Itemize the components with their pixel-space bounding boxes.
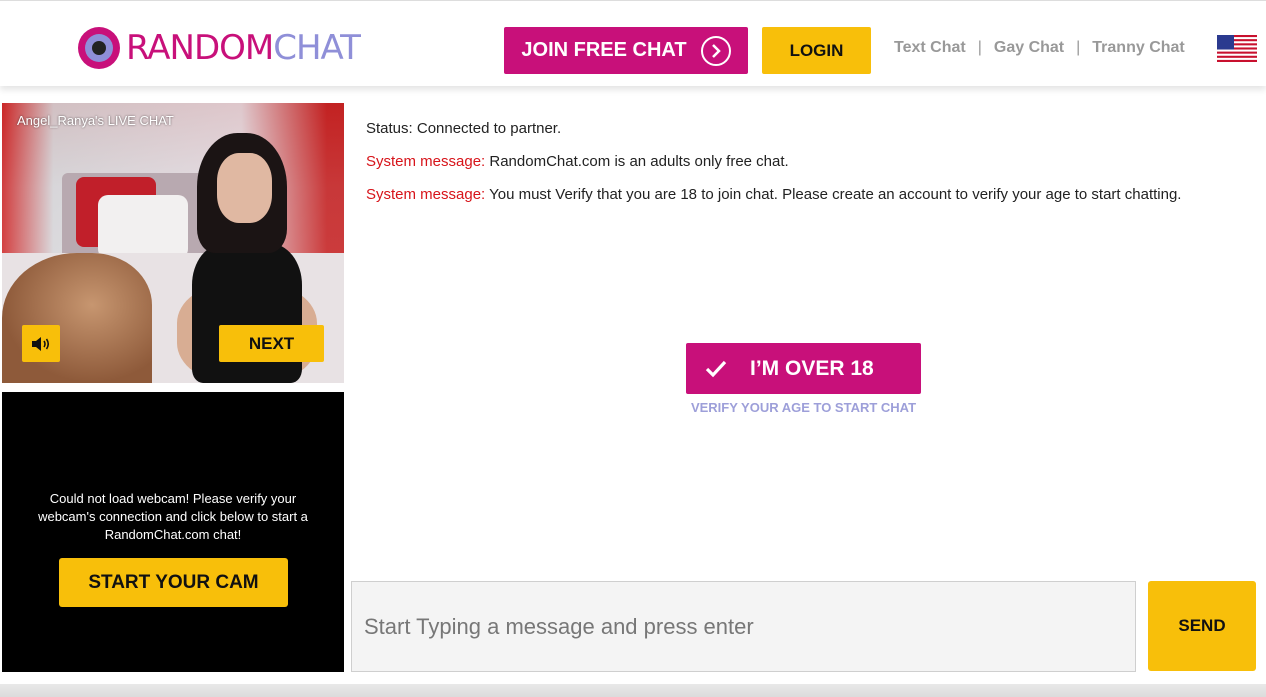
us-flag-icon[interactable]: [1217, 35, 1257, 62]
next-button[interactable]: NEXT: [219, 325, 324, 362]
speaker-icon: [32, 336, 50, 351]
video-pillow: [98, 195, 188, 259]
send-button[interactable]: SEND: [1148, 581, 1256, 671]
message-input[interactable]: [351, 581, 1136, 672]
nav-link-gay-chat[interactable]: Gay Chat: [994, 39, 1064, 57]
join-free-chat-button[interactable]: JOIN FREE CHAT: [504, 27, 748, 74]
chat-log: Status: Connected to partner. System mes…: [366, 120, 1246, 219]
webcam-error-message: Could not load webcam! Please verify you…: [38, 491, 308, 542]
mute-button[interactable]: [22, 325, 60, 362]
logo-text-chat: CHAT: [273, 28, 361, 68]
logo-text-random: RANDOM: [126, 28, 274, 68]
nav-link-text-chat[interactable]: Text Chat: [894, 39, 966, 57]
system-message: System message: RandomChat.com is an adu…: [366, 153, 1246, 171]
nav-links: Text Chat | Gay Chat | Tranny Chat: [894, 39, 1185, 57]
status-line: Status: Connected to partner.: [366, 120, 562, 137]
nav-separator: |: [977, 39, 982, 56]
system-message-text: RandomChat.com is an adults only free ch…: [485, 153, 789, 170]
login-button[interactable]: LOGIN: [762, 27, 871, 74]
system-message-prefix: System message:: [366, 153, 486, 170]
verify-age-note: VERIFY YOUR AGE TO START CHAT: [690, 400, 917, 415]
im-over-18-button[interactable]: I’M OVER 18: [686, 343, 921, 394]
logo[interactable]: RANDOMCHAT: [78, 27, 361, 69]
partner-video: Angel_Ranya's LIVE CHAT NEXT: [2, 103, 344, 383]
header: RANDOMCHAT JOIN FREE CHAT LOGIN Text Cha…: [0, 0, 1266, 86]
system-message: System message: You must Verify that you…: [366, 186, 1246, 204]
system-message-prefix: System message:: [366, 186, 486, 203]
start-cam-button[interactable]: START YOUR CAM: [59, 558, 288, 607]
im-over-18-label: I’M OVER 18: [750, 356, 874, 380]
logo-text: RANDOMCHAT: [126, 28, 361, 68]
system-message-text: You must Verify that you are 18 to join …: [485, 186, 1182, 203]
video-person: [2, 253, 152, 383]
checkmark-icon: [686, 360, 746, 378]
footer-bar: [0, 684, 1266, 697]
my-webcam-panel: Could not load webcam! Please verify you…: [2, 392, 344, 672]
join-free-chat-label: JOIN FREE CHAT: [521, 39, 687, 61]
nav-link-tranny-chat[interactable]: Tranny Chat: [1092, 39, 1184, 57]
nav-separator: |: [1076, 39, 1081, 56]
chevron-right-circle-icon: [700, 35, 731, 66]
video-title: Angel_Ranya's LIVE CHAT: [17, 113, 174, 128]
eye-logo-icon: [78, 27, 120, 69]
